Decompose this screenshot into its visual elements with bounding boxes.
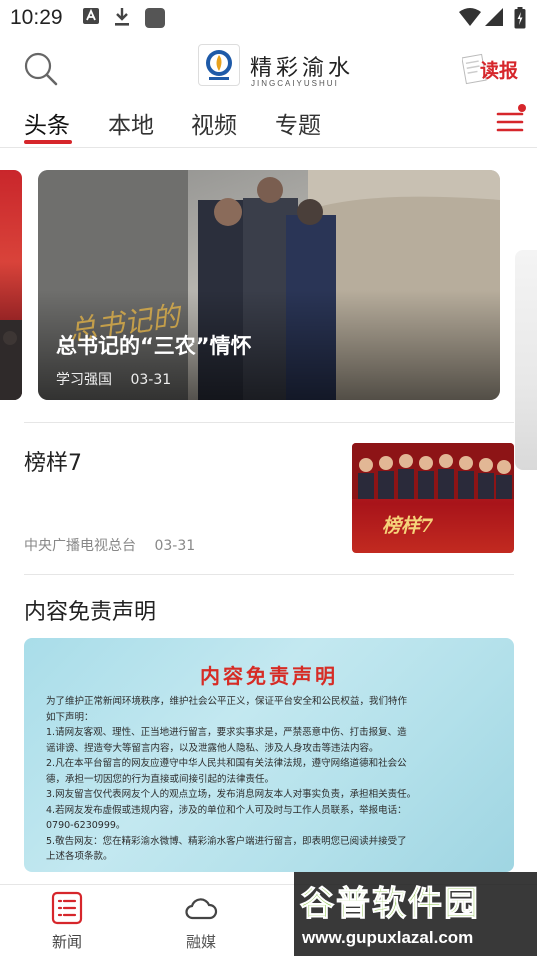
headline-carousel[interactable]: 总书记的 总书记的“三农”情怀 学习强国 03-31 bbox=[0, 170, 537, 470]
slide-source: 学习强国 bbox=[56, 372, 112, 388]
disclaimer-line: 谣诽谤、捏造夸大等留言内容，以及泄露他人隐私、涉及人身攻击等违法内容。 bbox=[46, 742, 379, 754]
disclaimer-line: 2.凡在本平台留言的网友应遵守中华人民共和国有关法律法规，遵守网络道德和社会公 bbox=[46, 758, 407, 769]
disclaimer-line: 德，承担一切因您的行为直接或间接引起的法律责任。 bbox=[46, 773, 275, 785]
nav-news-label: 新闻 bbox=[51, 933, 82, 951]
read-paper-label: 读报 bbox=[480, 60, 519, 82]
carousel-slide[interactable]: 总书记的 总书记的“三农”情怀 学习强国 03-31 bbox=[38, 170, 500, 400]
disclaimer-heading: 内容免责声明 bbox=[200, 664, 338, 688]
disclaimer-section-title: 内容免责声明 bbox=[24, 600, 157, 625]
carousel-next-slide[interactable] bbox=[515, 250, 537, 470]
disclaimer-line: 4.若网友发布虚假或违规内容，涉及的单位和个人可及时与工作人员联系，举报电话： bbox=[46, 804, 407, 816]
disclaimer-line: 5.敬告网友：您在精彩渝水微博、精彩渝水客户端进行留言，即表明您已阅读并接受了 bbox=[46, 835, 407, 847]
nav-news[interactable]: 新闻 bbox=[37, 891, 97, 952]
slide-title: 总书记的“三农”情怀 bbox=[56, 334, 252, 358]
wifi-icon bbox=[458, 7, 482, 31]
disclaimer-body: 为了维护正常新闻环境秩序，维护社会公平正义，保证平台安全和公民权益，我们特作 如… bbox=[46, 694, 496, 865]
signal-icon bbox=[484, 7, 504, 31]
channel-tabs: 头条 本地 视频 专题 bbox=[0, 100, 537, 148]
news-meta: 中央广播电视总台 03-31 bbox=[24, 535, 209, 555]
nav-media-label: 融媒 bbox=[185, 933, 216, 951]
watermark-title: 谷普软件园 bbox=[300, 884, 480, 925]
battery-icon bbox=[514, 7, 526, 33]
watermark-url: www.gupuxlazal.com bbox=[302, 928, 474, 947]
thumbnail-text: 榜样7 bbox=[382, 515, 434, 537]
disclaimer-line: 1.请网友客观、理性、正当地进行留言，要求实事求是，严禁恶意中伤、打击报复、造 bbox=[46, 727, 407, 738]
app-header: 精彩渝水 JINGCAIYUSHUI 读报 bbox=[0, 36, 537, 98]
brand-logo bbox=[198, 44, 240, 86]
brand-name: 精彩渝水 bbox=[250, 56, 355, 81]
carousel-prev-slide[interactable] bbox=[0, 170, 22, 400]
disclaimer-line: 3.网友留言仅代表网友个人的观点立场，发布消息网友本人对事实负责，承担相关责任。 bbox=[46, 789, 417, 800]
tab-local[interactable]: 本地 bbox=[108, 106, 154, 140]
menu-icon bbox=[496, 112, 524, 132]
disclaimer-image[interactable]: 内容免责声明 为了维护正常新闻环境秩序，维护社会公平正义，保证平台安全和公民权益… bbox=[24, 638, 514, 872]
cloud-icon bbox=[185, 898, 218, 920]
news-date: 03-31 bbox=[154, 538, 196, 554]
tab-video[interactable]: 视频 bbox=[191, 106, 237, 140]
active-tab-indicator bbox=[24, 140, 72, 144]
slide-date: 03-31 bbox=[130, 372, 172, 388]
disclaimer-line: 如下声明： bbox=[46, 711, 94, 723]
disclaimer-line: 上述各项条款。 bbox=[46, 851, 113, 862]
status-bar: 10:29 bbox=[0, 0, 537, 36]
app-notification-icon bbox=[82, 7, 100, 29]
tab-headlines[interactable]: 头条 bbox=[24, 106, 70, 140]
slide-meta: 学习强国 03-31 bbox=[56, 369, 185, 389]
search-icon bbox=[24, 52, 58, 86]
tab-topics[interactable]: 专题 bbox=[275, 106, 321, 140]
disclaimer-line: 为了维护正常新闻环境秩序，维护社会公平正义，保证平台安全和公民权益，我们特作 bbox=[46, 696, 408, 707]
channel-menu-button[interactable] bbox=[496, 108, 524, 136]
search-button[interactable] bbox=[22, 50, 60, 88]
download-icon bbox=[113, 7, 131, 31]
news-source: 中央广播电视总台 bbox=[24, 538, 136, 554]
news-title: 榜样7 bbox=[24, 451, 82, 476]
news-thumbnail: 榜样7 bbox=[352, 443, 514, 553]
brand-subtitle: JINGCAIYUSHUI bbox=[251, 79, 339, 88]
site-watermark: 谷普软件园 www.gupuxlazal.com bbox=[294, 872, 537, 956]
status-time: 10:29 bbox=[10, 6, 63, 29]
news-list-item[interactable]: 榜样7 中央广播电视总台 03-31 榜样7 bbox=[24, 422, 514, 575]
menu-badge-dot bbox=[518, 104, 526, 112]
nav-media[interactable]: 融媒 bbox=[171, 891, 231, 952]
notification-square-icon bbox=[144, 7, 166, 33]
read-paper-button[interactable]: 读报 bbox=[462, 50, 518, 86]
news-list-icon bbox=[51, 891, 83, 925]
disclaimer-line: 0790-6230999。 bbox=[46, 820, 126, 831]
